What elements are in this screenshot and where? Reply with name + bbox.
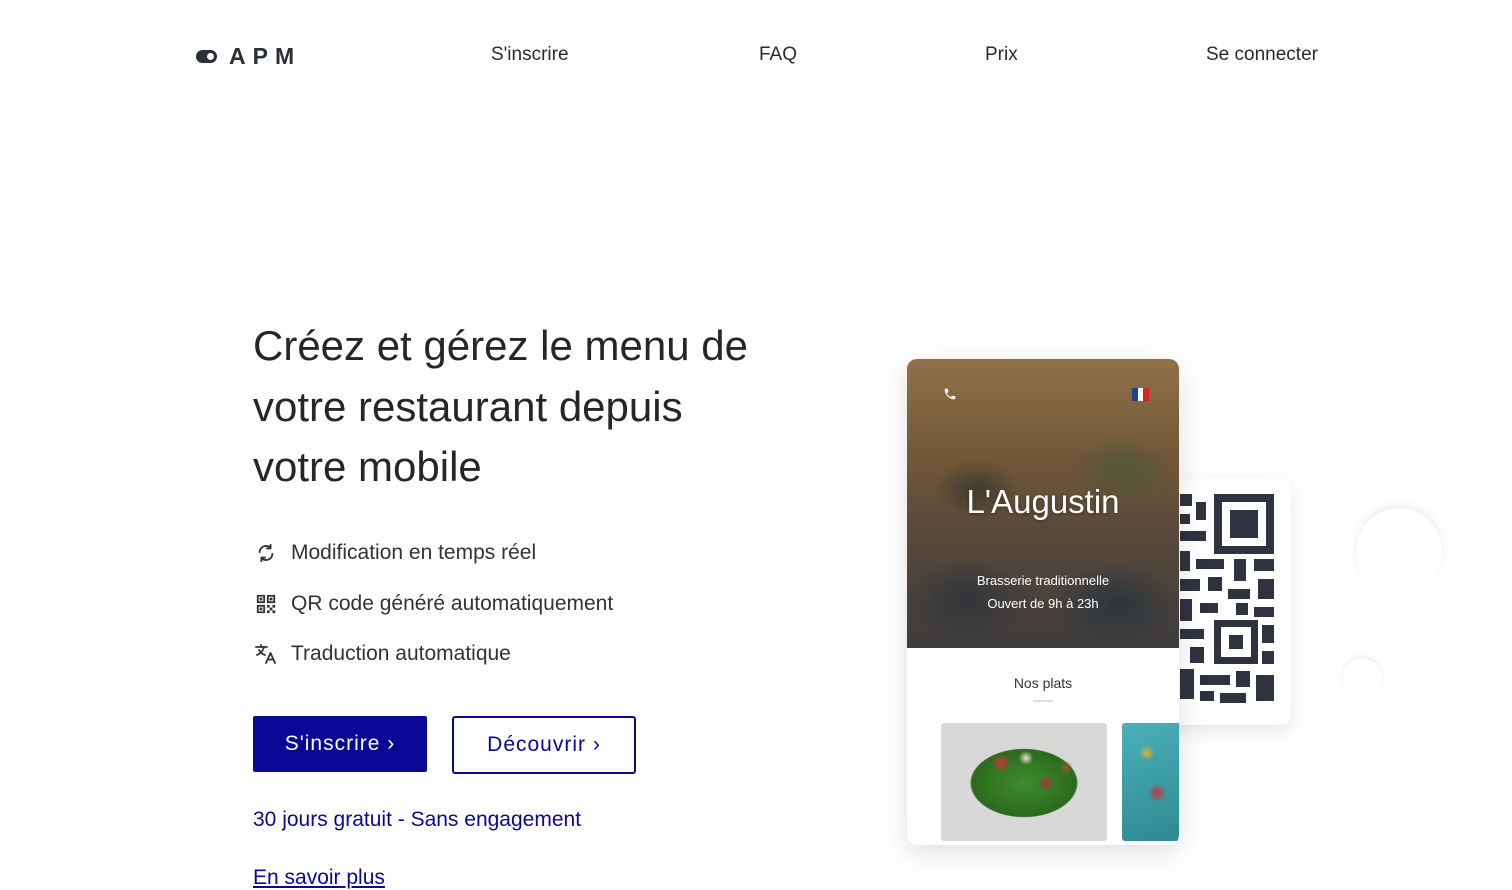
discover-button[interactable]: Découvrir › [452,716,636,774]
decorative-circle [1356,508,1442,594]
nav-signup-link[interactable]: S'inscrire [491,44,569,66]
feature-label: Modification en temps réel [291,541,537,565]
phone-mockup: L'Augustin Brasserie traditionnelle Ouve… [907,359,1179,845]
feature-label: QR code généré automatiquement [291,591,614,615]
section-underline [1033,700,1053,702]
flag-stripe [1143,388,1150,401]
translate-icon [253,641,279,667]
dish-image[interactable] [1122,723,1179,841]
decorative-circle [1343,658,1382,697]
feature-item: Traduction automatique [253,629,613,680]
section-title: Nos plats [1013,675,1073,691]
nav-login-link[interactable]: Se connecter [1206,44,1318,66]
feature-item: Modification en temps réel [253,528,613,579]
restaurant-subtitle: Brasserie traditionnelle [976,573,1110,588]
phone-icon[interactable] [943,387,957,406]
french-flag-icon[interactable] [1132,388,1150,401]
hero-title: Créez et gérez le menu de votre restaura… [253,322,748,490]
brand-logo[interactable]: APM [196,43,301,70]
top-nav: APM S'inscrire FAQ Prix Se connecter [0,0,1512,112]
trial-text: 30 jours gratuit - Sans engagement [253,808,582,831]
restaurant-hours: Ouvert de 9h à 23h [987,596,1099,611]
brand-name: APM [229,43,302,69]
feature-list: Modification en temps réel QR code génér… [253,528,613,680]
nav-faq-link[interactable]: FAQ [759,44,797,66]
dish-image[interactable] [941,723,1107,841]
feature-item: QR code généré automatiquement [253,579,613,630]
learn-more-link[interactable]: En savoir plus [253,866,385,890]
toggle-icon [196,50,217,63]
restaurant-name: L'Augustin [966,483,1120,520]
feature-label: Traduction automatique [291,642,511,666]
sync-icon [253,540,279,566]
qr-code-icon [253,591,279,617]
signup-button[interactable]: S'inscrire › [253,716,427,772]
nav-pricing-link[interactable]: Prix [985,44,1018,66]
